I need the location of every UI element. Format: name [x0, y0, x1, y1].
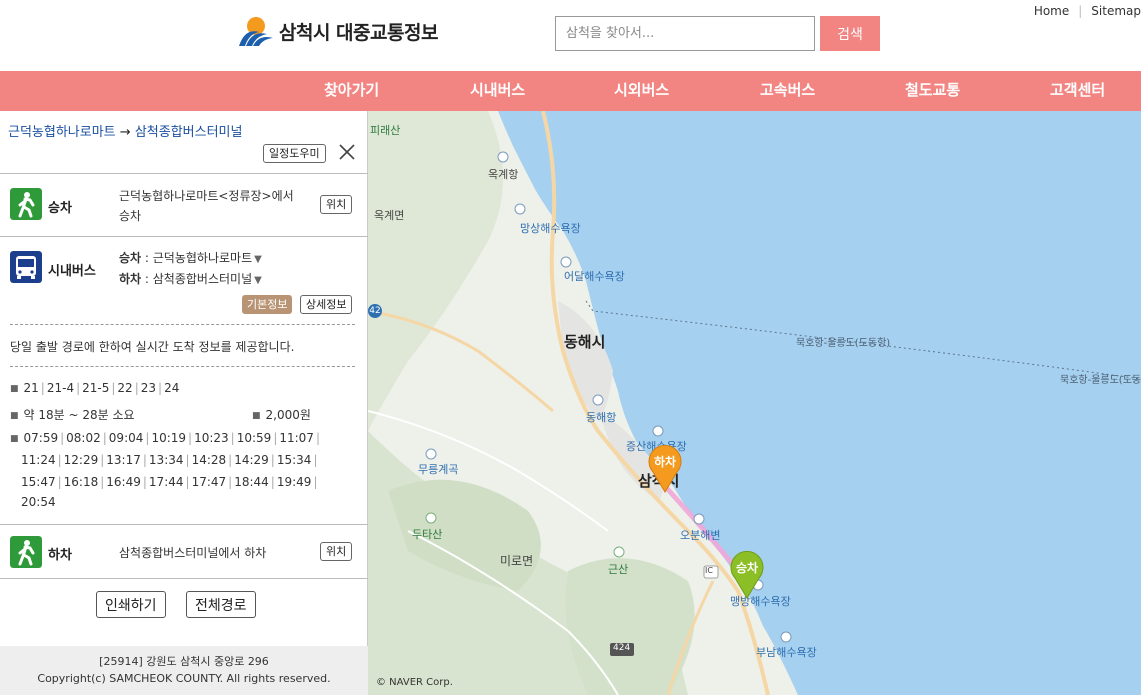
nav-item-directions[interactable]: 찾아가기 [324, 71, 379, 111]
map-label-ferry-route: 묵호항-울릉도(도동항) [796, 338, 891, 349]
alight-marker-label: 하차 [653, 455, 677, 469]
map-label-road42: 42 [369, 306, 381, 316]
print-button[interactable]: 인쇄하기 [96, 591, 166, 618]
bus-alight-value: 삼척종합버스터미널 [152, 272, 253, 286]
trip-fare: ■ 2,000원 [252, 408, 311, 422]
map-label-obun: 오분해변 [680, 529, 721, 542]
map-label-mangsang: 망상해수욕장 [520, 222, 581, 235]
dashed-divider [10, 366, 355, 367]
route-number[interactable]: 21-5 [82, 381, 109, 395]
route-number[interactable]: 23 [141, 381, 156, 395]
bus-route-numbers: ■ 21 | 21-4 | 21-5 | 22 | 23 | 24 [10, 381, 180, 395]
divider [0, 173, 368, 174]
dropdown-triangle-icon: ▼ [254, 275, 262, 286]
footer-address: [25914] 강원도 삼척시 중앙로 296 [99, 655, 269, 668]
board-location-button[interactable]: 위치 [320, 195, 353, 214]
map-label-okgyemyeon: 옥계면 [374, 209, 405, 222]
home-link[interactable]: Home [1034, 4, 1069, 18]
alight-location-button[interactable]: 위치 [320, 542, 353, 561]
divider [0, 236, 368, 237]
nav-item-rail[interactable]: 철도교통 [905, 71, 960, 111]
full-route-button[interactable]: 전체경로 [186, 591, 256, 618]
close-icon[interactable] [338, 143, 356, 161]
search-button[interactable]: 검색 [820, 16, 880, 51]
timetable-row: 11:24 | 12:29 | 13:17 | 13:34 | 14:28 | 14:29 | 15:3… [21, 453, 318, 467]
sitemap-link[interactable]: Sitemap [1091, 4, 1141, 18]
util-separator: | [1078, 4, 1083, 18]
route-number[interactable]: 21 [24, 381, 39, 395]
route-number[interactable]: 21-4 [47, 381, 74, 395]
route-number[interactable]: 22 [117, 381, 132, 395]
alight-text: 삼척종합버스터미널에서 하차 [119, 546, 267, 560]
divider [0, 578, 368, 579]
map-label-ferry-route: 묵호항-울릉도(도동항) [1060, 375, 1141, 386]
timetable-row: 15:47 | 16:18 | 16:49 | 17:44 | 17:47 | 18:44 | 19:4… [21, 475, 318, 489]
search-input[interactable] [555, 16, 815, 51]
timetable-row: ■ 07:59 | 08:02 | 09:04 | 10:19 | 10:23 | 10:59 | 11:… [10, 431, 320, 445]
route-title: 근덕농협하나로마트 → 삼척종합버스터미널 [8, 121, 242, 140]
route-number[interactable]: 24 [164, 381, 179, 395]
bullet-icon: ■ [252, 410, 261, 421]
bus-board-value: 근덕농협하나로마트 [152, 251, 253, 265]
logo-text: 삼척시 대중교통정보 [279, 21, 438, 44]
bullet-icon: ■ [10, 433, 19, 444]
map-label-eodal: 어달해수욕장 [564, 270, 625, 283]
route-arrow: → [119, 125, 131, 140]
bus-board-key: 승차 [119, 251, 142, 265]
alight-marker[interactable]: 하차 [647, 444, 683, 493]
timetable-row: 20:54 [21, 495, 56, 509]
board-marker[interactable]: 승차 [729, 550, 765, 599]
map-label-dutasan: 두타산 [412, 528, 443, 541]
map-label-bunam: 부남해수욕장 [756, 646, 817, 659]
walk-icon [10, 188, 42, 220]
bullet-icon: ■ [10, 410, 19, 421]
route-to: 삼척종합버스터미널 [134, 125, 243, 140]
map-label-mureung: 무릉계곡 [418, 463, 459, 476]
map-label-donghae: 동해시 [564, 333, 606, 351]
city-bus-label: 시내버스 [48, 264, 96, 279]
nav-item-intercity-bus[interactable]: 시외버스 [614, 71, 669, 111]
map-label-ic: IC [705, 566, 713, 575]
nav-item-customer-center[interactable]: 고객센터 [1050, 71, 1105, 111]
main-nav: 찾아가기 시내버스 시외버스 고속버스 철도교통 고객센터 [0, 71, 1141, 111]
map-label-road424: 424 [613, 643, 631, 653]
bus-board-stop[interactable]: 승차 : 근덕농협하나로마트 ▼ [119, 249, 262, 266]
dashed-divider [10, 324, 355, 325]
bus-icon [10, 251, 42, 283]
nav-item-express-bus[interactable]: 고속버스 [760, 71, 815, 111]
trip-duration: ■ 약 18분 ~ 28분 소요 [10, 408, 135, 422]
bullet-icon: ■ [10, 383, 19, 394]
basic-info-button[interactable]: 기본정보 [242, 295, 293, 314]
route-panel: 근덕농협하나로마트 → 삼척종합버스터미널 일정도우미 승차 근덕농협하나로마트… [0, 111, 368, 695]
board-text-line1: 근덕농협하나로마트<정류장>에서 [119, 189, 294, 203]
schedule-helper-button[interactable]: 일정도우미 [263, 144, 326, 163]
board-text-line2: 승차 [119, 209, 142, 223]
board-label: 승차 [48, 201, 72, 216]
map-label-miromyeon: 미로면 [500, 554, 534, 568]
map-label-okgyehang: 옥계항 [488, 168, 519, 181]
header: 삼척시 대중교통정보 검색 Home | Sitemap [0, 0, 1141, 71]
bus-alight-stop[interactable]: 하차 : 삼척종합버스터미널 ▼ [119, 270, 262, 287]
footer: [25914] 강원도 삼척시 중앙로 296 Copyright(c) SAM… [0, 646, 368, 695]
realtime-notice: 당일 출발 경로에 한하여 실시간 도착 정보를 제공합니다. [10, 340, 295, 354]
board-marker-label: 승차 [735, 561, 759, 575]
naver-copyright: © NAVER Corp. [376, 677, 453, 688]
route-from: 근덕농협하나로마트 [8, 125, 116, 140]
bus-alight-key: 하차 [119, 272, 142, 286]
walk-icon [10, 536, 42, 568]
map-label-donghaehang: 동해항 [586, 411, 617, 424]
logo[interactable]: 삼척시 대중교통정보 [237, 14, 438, 48]
nav-item-city-bus[interactable]: 시내버스 [470, 71, 525, 111]
footer-copyright: Copyright(c) SAMCHEOK COUNTY. All rights… [37, 672, 331, 685]
map-label-piraesan: 피래산 [370, 124, 401, 137]
map[interactable]: 피래산 옥계항 옥계면 망상해수욕장 어달해수욕장 42 동해시 묵호항-울릉도… [368, 111, 1141, 695]
detail-info-button[interactable]: 상세정보 [300, 295, 353, 314]
samcheok-logo-icon [239, 17, 273, 46]
divider [0, 524, 368, 525]
dropdown-triangle-icon: ▼ [254, 254, 262, 265]
util-links: Home | Sitemap [1034, 4, 1141, 18]
alight-label: 하차 [48, 548, 72, 563]
map-label-geunsan: 근산 [608, 563, 629, 576]
